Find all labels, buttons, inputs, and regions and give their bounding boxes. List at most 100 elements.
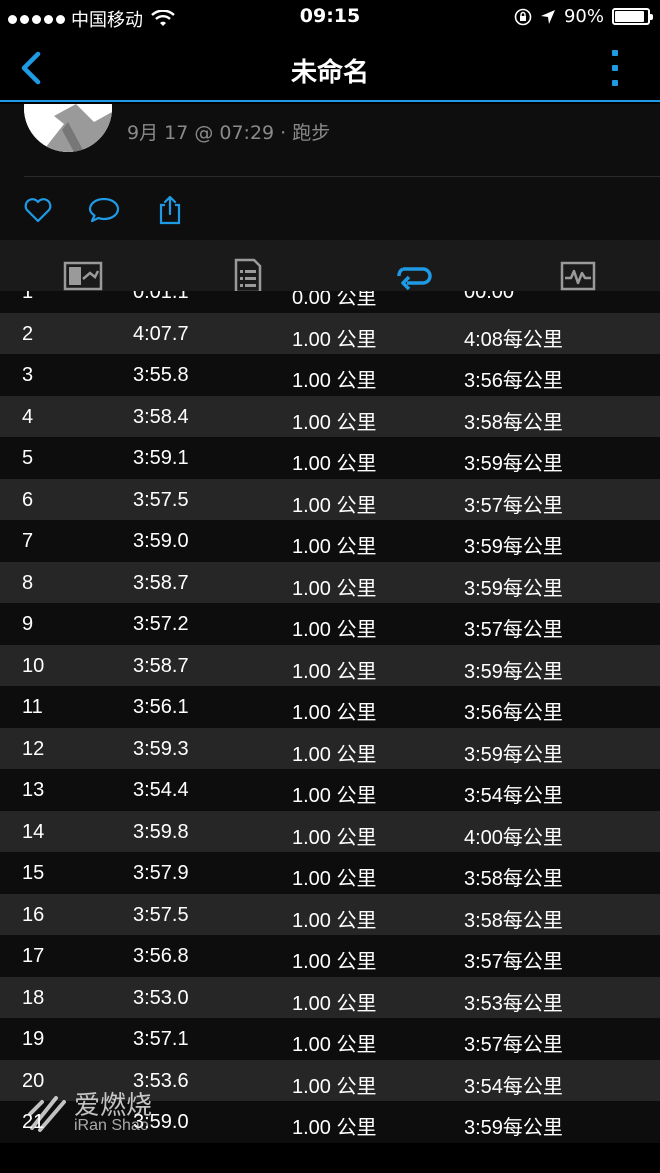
watermark-en: iRan Shao <box>74 1117 149 1134</box>
lap-pace: 3:57每公里 <box>464 951 563 973</box>
lap-pace: 3:59每公里 <box>464 743 563 766</box>
lap-time: 3:56.1 <box>133 696 189 718</box>
lap-row[interactable]: 17 3:56.8 1.00 公里 3:57每公里 <box>0 935 660 977</box>
lap-number: 10 <box>22 654 45 677</box>
lap-distance: 1.00 公里 <box>292 328 377 351</box>
lap-distance: 1.00 公里 <box>292 1075 377 1098</box>
rotation-lock-icon <box>514 8 532 25</box>
lap-pace: 3:54每公里 <box>464 785 563 807</box>
more-options-icon[interactable] <box>610 50 620 86</box>
lap-row[interactable]: 8 3:58.7 1.00 公里 3:59每公里 <box>0 561 660 603</box>
lap-pace: 3:53每公里 <box>464 992 563 1015</box>
divider <box>24 176 660 177</box>
lap-distance: 1.00 公里 <box>292 992 377 1015</box>
lap-pace: 3:59每公里 <box>464 453 563 475</box>
lap-row[interactable]: 13 3:54.4 1.00 公里 3:54每公里 <box>0 769 660 811</box>
page-title: 未命名 <box>290 58 369 88</box>
battery-icon <box>612 8 653 25</box>
lap-number: 12 <box>22 737 45 760</box>
lap-time: 4:07.7 <box>133 322 189 345</box>
lap-time: 0:01.1 <box>133 291 189 303</box>
lap-distance: 1.00 公里 <box>292 536 377 558</box>
lap-distance: 1.00 公里 <box>292 577 377 600</box>
lap-pace: 3:59每公里 <box>464 536 563 558</box>
lap-number: 4 <box>22 405 34 428</box>
lap-row[interactable]: 15 3:57.9 1.00 公里 3:58每公里 <box>0 852 660 894</box>
lap-number: 6 <box>22 488 34 511</box>
laps-list: 1 0:01.1 0.00 公里 00:00 2 4:07.7 1.00 公里 4:08每公里… <box>0 291 660 1143</box>
lap-row[interactable]: 16 3:57.5 1.00 公里 3:58每公里 <box>0 893 660 935</box>
lap-number: 13 <box>22 779 45 801</box>
lap-time: 3:57.5 <box>133 903 189 926</box>
location-arrow-icon <box>540 9 555 24</box>
lap-row[interactable]: 10 3:58.7 1.00 公里 3:59每公里 <box>0 644 660 686</box>
lap-distance: 0.00 公里 <box>292 291 377 309</box>
lap-row[interactable]: 11 3:56.1 1.00 公里 3:56每公里 <box>0 686 660 728</box>
laps-table[interactable]: 1 0:01.1 0.00 公里 00:00 2 4:07.7 1.00 公里 4:08每公里… <box>0 291 660 1173</box>
lap-row[interactable]: 6 3:57.5 1.00 公里 3:57每公里 <box>0 478 660 520</box>
lap-time: 3:58.4 <box>133 405 189 428</box>
lap-number: 11 <box>22 696 43 718</box>
activity-header: 9月 17 @ 07:29 · 跑步 <box>0 104 660 240</box>
lap-distance: 1.00 公里 <box>292 951 377 973</box>
lap-pace: 3:58每公里 <box>464 868 563 890</box>
lap-distance: 1.00 公里 <box>292 1117 377 1139</box>
status-right: 90% <box>514 6 653 27</box>
lap-pace: 3:57每公里 <box>464 1034 563 1056</box>
watermark-logo-icon <box>28 1096 66 1132</box>
lap-number: 7 <box>22 530 34 552</box>
lap-pace: 3:59每公里 <box>464 577 563 600</box>
watermark: 爱燃烧 iRan Shao <box>26 1092 152 1134</box>
laps-icon <box>396 267 432 291</box>
lap-number: 3 <box>22 364 34 386</box>
lap-number: 5 <box>22 447 34 469</box>
lap-pace: 4:00每公里 <box>464 826 563 849</box>
lap-time: 3:57.1 <box>133 1028 189 1050</box>
lap-row[interactable]: 4 3:58.4 1.00 公里 3:58每公里 <box>0 395 660 437</box>
lap-row[interactable]: 12 3:59.3 1.00 公里 3:59每公里 <box>0 727 660 769</box>
lap-time: 3:54.4 <box>133 779 189 801</box>
watermark-cn: 爱燃烧 <box>74 1090 153 1120</box>
lap-number: 18 <box>22 986 45 1009</box>
lap-pace: 3:57每公里 <box>464 619 563 641</box>
lap-distance: 1.00 公里 <box>292 868 377 890</box>
lap-row[interactable]: 1 0:01.1 0.00 公里 00:00 <box>0 291 660 313</box>
avatar[interactable] <box>24 104 112 152</box>
like-heart-icon[interactable] <box>22 194 54 226</box>
lap-distance: 1.00 公里 <box>292 411 377 434</box>
share-icon[interactable] <box>154 194 186 226</box>
lap-time: 3:56.8 <box>133 945 189 967</box>
lap-distance: 1.00 公里 <box>292 909 377 932</box>
lap-distance: 1.00 公里 <box>292 1034 377 1056</box>
lap-time: 3:53.0 <box>133 986 189 1009</box>
lap-row[interactable]: 3 3:55.8 1.00 公里 3:56每公里 <box>0 354 660 396</box>
lap-row[interactable]: 7 3:59.0 1.00 公里 3:59每公里 <box>0 520 660 562</box>
lap-number: 15 <box>22 862 45 884</box>
lap-number: 17 <box>22 945 45 967</box>
lap-time: 3:59.3 <box>133 737 189 760</box>
comment-bubble-icon[interactable] <box>88 194 120 226</box>
lap-pace: 3:54每公里 <box>464 1075 563 1098</box>
lap-pace: 00:00 <box>464 291 515 303</box>
lap-row[interactable]: 2 4:07.7 1.00 公里 4:08每公里 <box>0 312 660 354</box>
lap-distance: 1.00 公里 <box>292 826 377 849</box>
lap-number: 14 <box>22 820 45 843</box>
battery-percent: 90% <box>563 6 604 27</box>
lap-pace: 3:58每公里 <box>464 411 563 434</box>
lap-row[interactable]: 18 3:53.0 1.00 公里 3:53每公里 <box>0 976 660 1018</box>
actions-row <box>22 194 186 226</box>
lap-row[interactable]: 9 3:57.2 1.00 公里 3:57每公里 <box>0 603 660 645</box>
lap-number: 19 <box>22 1028 45 1050</box>
lap-number: 1 <box>22 291 34 303</box>
lap-row[interactable]: 14 3:59.8 1.00 公里 4:00每公里 <box>0 810 660 852</box>
lap-row[interactable]: 5 3:59.1 1.00 公里 3:59每公里 <box>0 437 660 479</box>
lap-pace: 4:08每公里 <box>464 328 563 351</box>
lap-row[interactable]: 19 3:57.1 1.00 公里 3:57每公里 <box>0 1018 660 1060</box>
lap-time: 3:59.1 <box>133 447 189 469</box>
lap-number: 2 <box>22 322 34 345</box>
lap-distance: 1.00 公里 <box>292 785 377 807</box>
lap-time: 3:58.7 <box>133 654 189 677</box>
lap-pace: 3:57每公里 <box>464 494 563 517</box>
lap-pace: 3:59每公里 <box>464 1117 563 1139</box>
status-bar: 中国移动 09:15 90% <box>0 0 660 34</box>
